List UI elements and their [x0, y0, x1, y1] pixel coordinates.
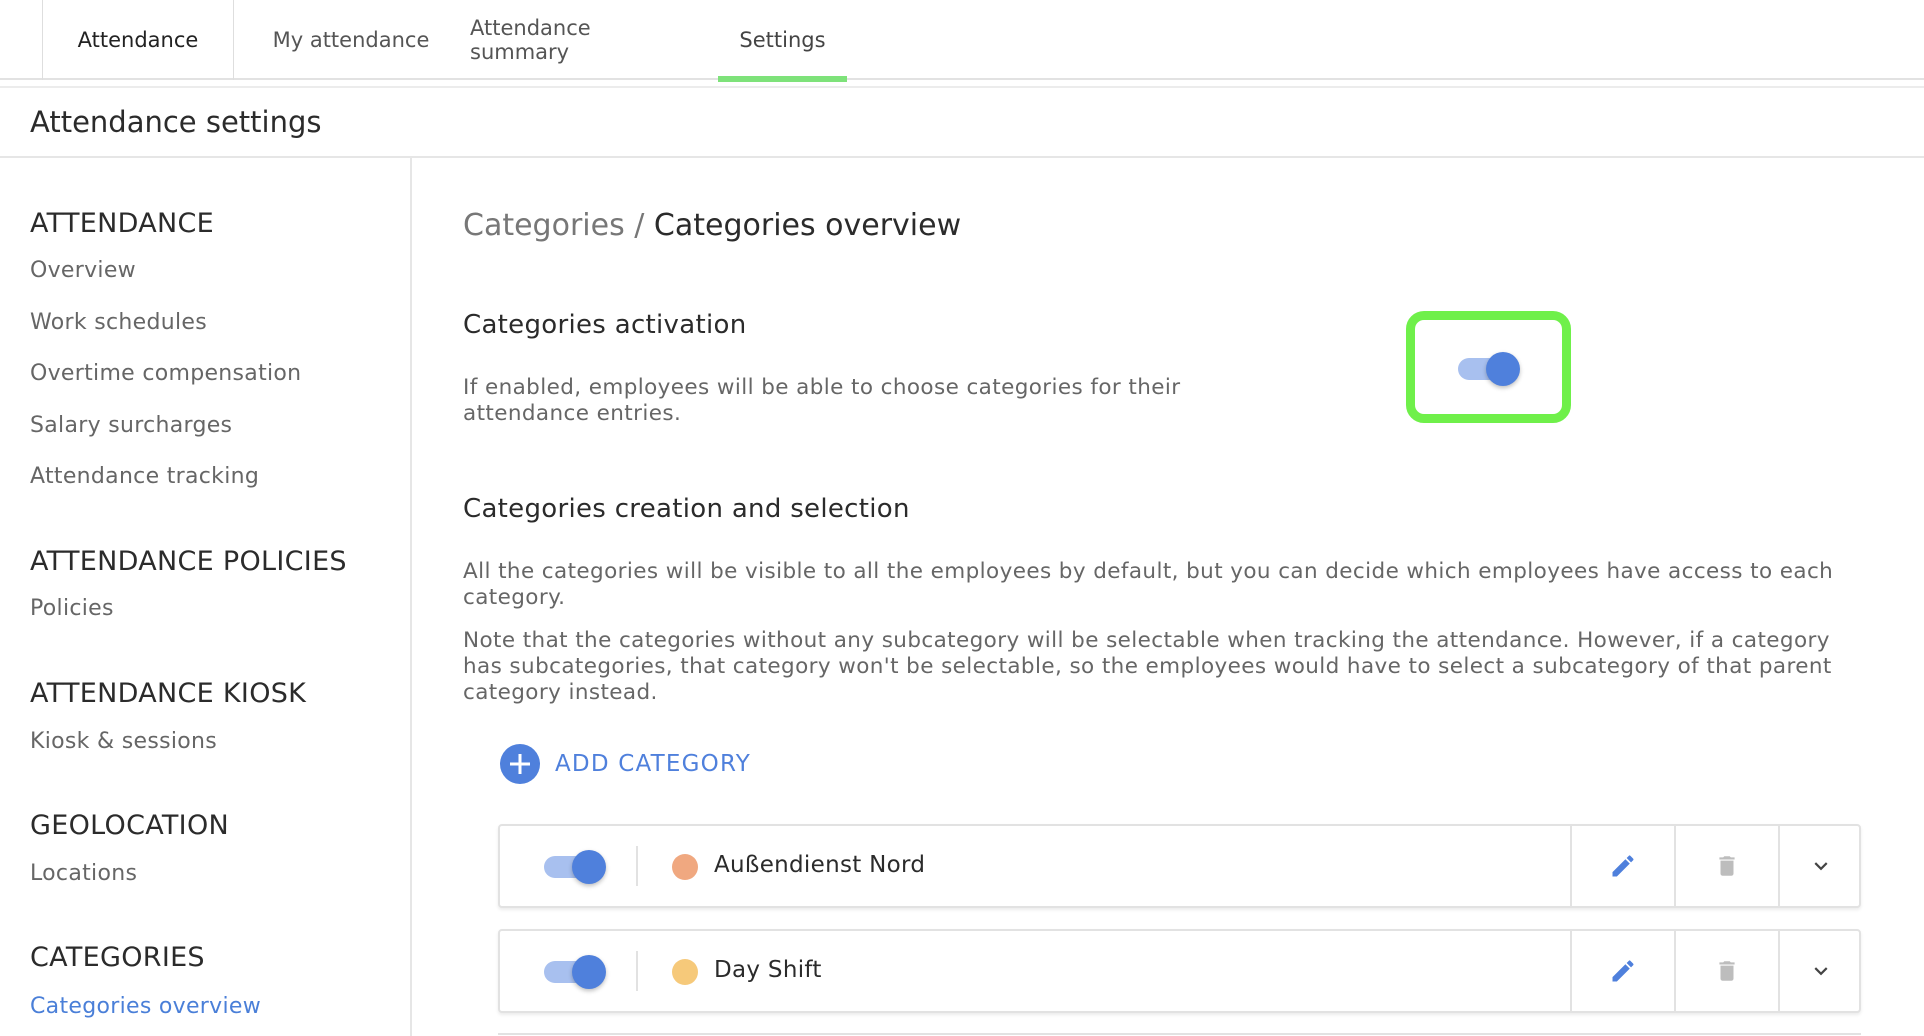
row-divider	[636, 846, 638, 886]
breadcrumb-current: Categories overview	[653, 208, 962, 243]
top-nav: Attendance My attendance Attendance summ…	[0, 0, 1924, 88]
categories-activation-toggle[interactable]	[1457, 352, 1520, 386]
category-name: Außendienst Nord	[714, 852, 926, 878]
app-tab-attendance[interactable]: Attendance	[42, 0, 234, 80]
chevron-down-icon	[1814, 862, 1827, 871]
edit-category-button[interactable]	[1570, 826, 1674, 906]
add-category-button[interactable]: ADD CATEGORY	[500, 744, 751, 784]
sidebar-section-geolocation: GEOLOCATION	[30, 810, 229, 841]
expand-category-button[interactable]	[1778, 931, 1861, 1011]
toggle-knob	[1485, 352, 1520, 386]
category-color-dot	[672, 959, 698, 985]
sidebar-section-attendance-kiosk: ATTENDANCE KIOSK	[30, 678, 307, 709]
activation-description-line: attendance entries.	[463, 401, 682, 426]
category-row: Day Shift	[498, 929, 1861, 1013]
sidebar-item-locations[interactable]: Locations	[30, 861, 137, 886]
trash-icon	[1719, 856, 1735, 876]
creation-paragraph-line: All the categories will be visible to al…	[463, 559, 1834, 584]
sidebar-item-salary-surcharges[interactable]: Salary surcharges	[30, 413, 232, 438]
sidebar-item-work-schedules[interactable]: Work schedules	[30, 310, 207, 335]
chevron-down-icon	[1814, 967, 1827, 976]
creation-paragraph-line: category.	[463, 585, 566, 610]
creation-paragraph-line: has subcategories, that category won't b…	[463, 654, 1832, 679]
sidebar-item-kiosk-sessions[interactable]: Kiosk & sessions	[30, 729, 217, 754]
delete-category-button[interactable]	[1674, 931, 1778, 1011]
toggle-knob	[572, 955, 606, 989]
expand-category-button[interactable]	[1778, 826, 1861, 906]
category-name: Day Shift	[714, 957, 822, 983]
tab-my-attendance[interactable]: My attendance	[272, 0, 430, 80]
sidebar-section-categories: CATEGORIES	[30, 942, 205, 973]
sidebar-item-categories-overview[interactable]: Categories overview	[30, 994, 261, 1019]
row-divider	[636, 951, 638, 991]
tab-settings[interactable]: Settings	[718, 0, 847, 82]
sidebar-item-overview[interactable]: Overview	[30, 258, 136, 283]
trash-icon	[1719, 961, 1735, 981]
activation-description-line: If enabled, employees will be able to ch…	[463, 375, 1181, 400]
creation-paragraph-1: All the categories will be visible to al…	[463, 559, 1833, 611]
sidebar-item-policies[interactable]: Policies	[30, 596, 114, 621]
page-title: Attendance settings	[0, 88, 1924, 158]
category-color-dot	[672, 854, 698, 880]
sidebar-section-attendance: ATTENDANCE	[30, 208, 215, 239]
sidebar-section-attendance-policies: ATTENDANCE POLICIES	[30, 546, 347, 577]
creation-paragraph-line: Note that the categories without any sub…	[463, 628, 1830, 653]
add-category-label: ADD CATEGORY	[555, 751, 751, 777]
pencil-icon	[1612, 855, 1634, 877]
sidebar-item-overtime-compensation[interactable]: Overtime compensation	[30, 361, 301, 386]
edit-category-button[interactable]	[1570, 931, 1674, 1011]
toggle-knob	[572, 850, 606, 884]
category-enabled-toggle[interactable]	[544, 955, 606, 989]
settings-sidebar: ATTENDANCE Overview Work schedules Overt…	[0, 158, 412, 1036]
activation-title: Categories activation	[463, 310, 747, 340]
activation-description: If enabled, employees will be able to ch…	[463, 375, 1180, 427]
creation-paragraph-line: category instead.	[463, 680, 658, 705]
creation-paragraph-2: Note that the categories without any sub…	[463, 628, 1832, 706]
creation-title: Categories creation and selection	[463, 494, 910, 524]
breadcrumb: Categories / Categories overview	[463, 208, 961, 243]
category-enabled-toggle[interactable]	[544, 850, 606, 884]
tab-attendance-summary[interactable]: Attendance summary	[470, 0, 696, 80]
pencil-icon	[1612, 960, 1634, 982]
delete-category-button[interactable]	[1674, 826, 1778, 906]
category-row: Außendienst Nord	[498, 824, 1861, 908]
breadcrumb-categories[interactable]: Categories /	[463, 208, 644, 243]
sidebar-item-attendance-tracking[interactable]: Attendance tracking	[30, 464, 259, 489]
activation-toggle-highlight	[1406, 311, 1571, 423]
plus-circle-icon	[500, 744, 540, 784]
